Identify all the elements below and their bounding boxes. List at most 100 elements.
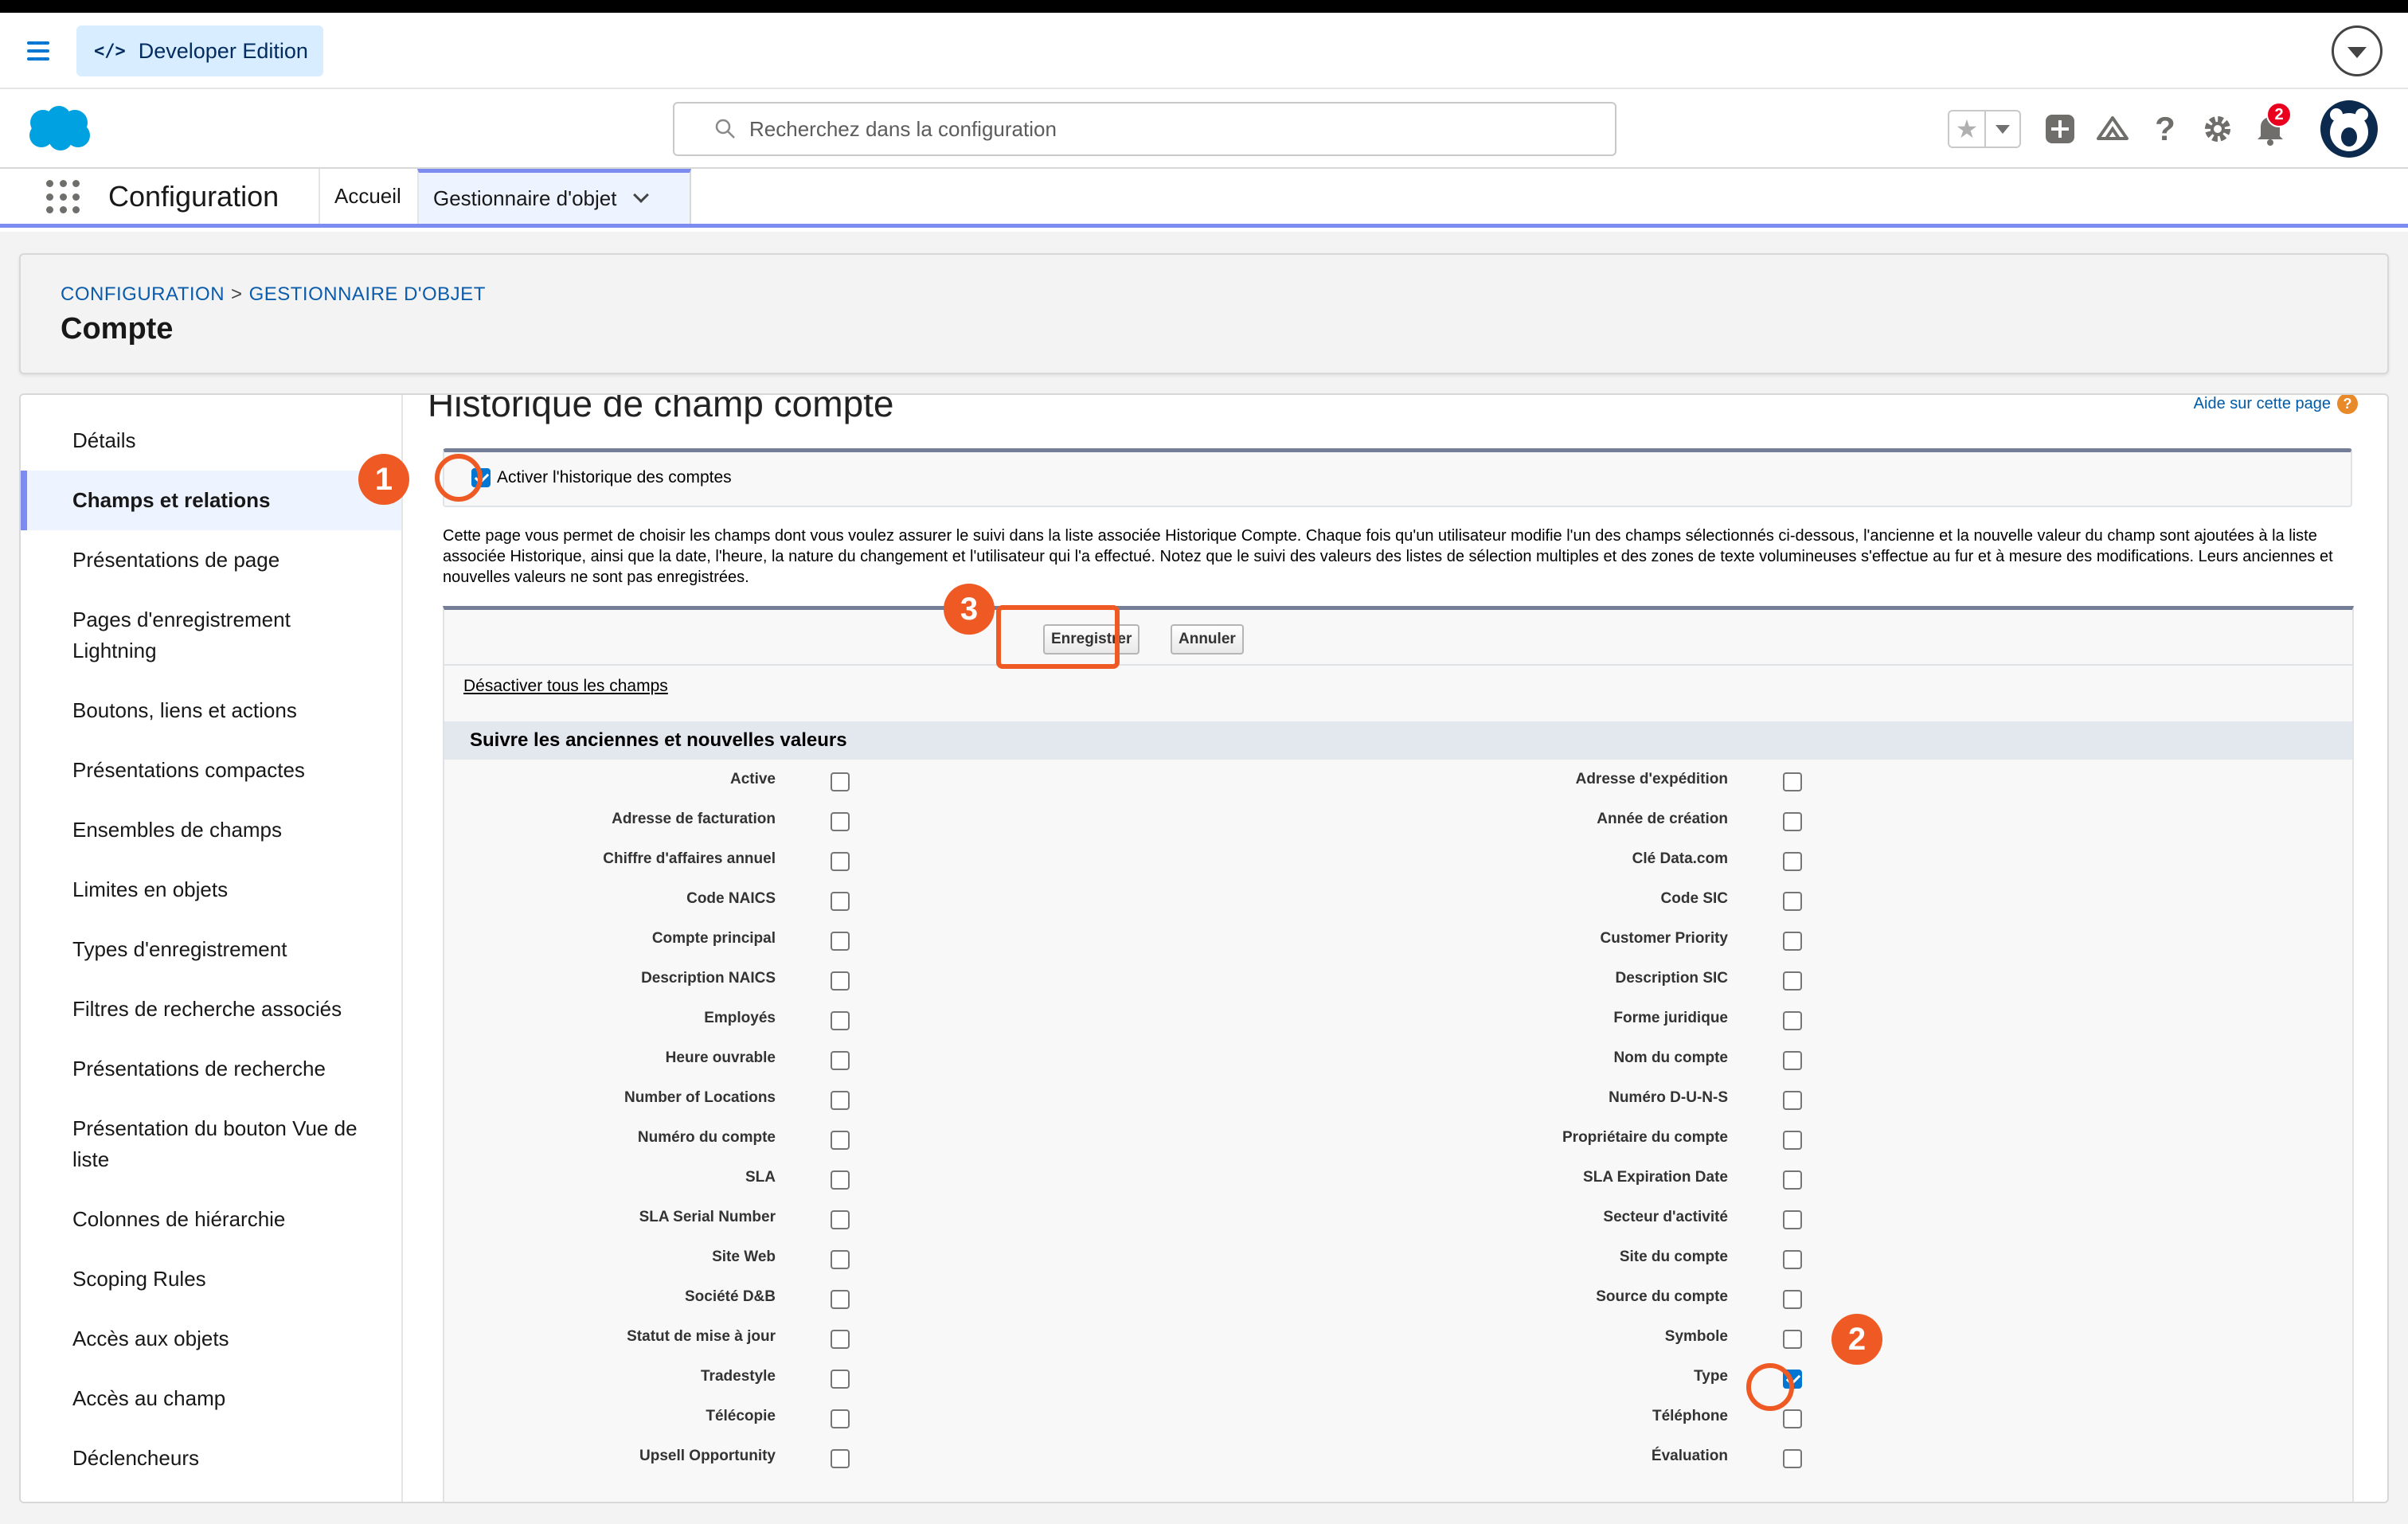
sidebar-item-limites-objets[interactable]: Limites en objets <box>21 860 401 920</box>
field-checkbox[interactable] <box>1783 1051 1802 1070</box>
field-checkbox[interactable] <box>1783 772 1802 791</box>
field-checkbox[interactable] <box>831 1290 850 1309</box>
developer-edition-label: Developer Edition <box>138 38 308 63</box>
tab-accueil[interactable]: Accueil <box>319 169 416 224</box>
field-checkbox[interactable] <box>831 1011 850 1030</box>
trailhead-icon[interactable] <box>2086 105 2139 153</box>
sidebar-item-scoping-rules[interactable]: Scoping Rules <box>21 1249 401 1309</box>
salesforce-logo[interactable] <box>25 105 92 151</box>
field-label: Propriétaire du compte <box>1562 1129 1728 1146</box>
developer-edition-badge[interactable]: </> Developer Edition <box>76 25 323 76</box>
field-row: Upsell Opportunity Évaluation <box>444 1446 2352 1486</box>
field-checkbox[interactable] <box>1783 1409 1802 1428</box>
window-top-strip <box>0 0 2408 13</box>
field-checkbox[interactable] <box>1783 1170 1802 1190</box>
sidebar-item-champs-relations[interactable]: Champs et relations <box>21 471 401 530</box>
help-link[interactable]: Aide sur cette page ? <box>2194 395 2358 414</box>
field-label: Type <box>1694 1368 1728 1385</box>
field-checkbox[interactable] <box>831 1051 850 1070</box>
field-checkbox[interactable] <box>1783 1250 1802 1269</box>
button-row: Enregistrer Annuler <box>444 610 2352 666</box>
field-tracking-form: Enregistrer Annuler Désactiver tous les … <box>443 606 2354 1502</box>
sidebar-item-acces-objets[interactable]: Accès aux objets <box>21 1309 401 1369</box>
field-checkbox[interactable] <box>831 852 850 871</box>
favorites-dropdown-icon[interactable] <box>1984 111 2019 147</box>
content-card: Détails Champs et relations Présentation… <box>19 393 2389 1503</box>
breadcrumb-gestionnaire-objet[interactable]: GESTIONNAIRE D'OBJET <box>249 283 486 305</box>
field-checkbox[interactable] <box>1783 1330 1802 1349</box>
field-checkbox[interactable] <box>831 1449 850 1468</box>
search-input[interactable] <box>749 116 1546 142</box>
enable-history-field[interactable]: Activer l'historique des comptes <box>471 468 732 487</box>
field-label: Symbole <box>1664 1328 1728 1345</box>
help-icon: ? <box>2337 395 2358 414</box>
star-icon[interactable]: ★ <box>1949 111 1984 147</box>
sidebar-item-label: Présentations compactes <box>72 758 305 782</box>
field-checkbox[interactable] <box>1783 812 1802 831</box>
field-checkbox[interactable] <box>1783 892 1802 911</box>
field-checkbox[interactable] <box>831 932 850 951</box>
field-checkbox[interactable] <box>831 1210 850 1229</box>
field-checkbox[interactable] <box>831 1091 850 1110</box>
cancel-button[interactable]: Annuler <box>1171 624 1244 655</box>
field-checkbox[interactable] <box>831 772 850 791</box>
sidebar-item-presentations-compactes[interactable]: Présentations compactes <box>21 741 401 800</box>
context-nav-bar: Configuration Accueil Gestionnaire d'obj… <box>0 169 2408 228</box>
field-label: Nom du compte <box>1613 1049 1728 1066</box>
field-checkbox[interactable] <box>831 1330 850 1349</box>
field-checkbox[interactable] <box>1783 971 1802 991</box>
sidebar-item-declencheurs[interactable]: Déclencheurs <box>21 1428 401 1488</box>
sidebar-item-bouton-vue-liste[interactable]: Présentation du bouton Vue de liste <box>21 1099 401 1190</box>
field-label: Secteur d'activité <box>1603 1209 1728 1225</box>
field-checkbox[interactable] <box>831 971 850 991</box>
tab-label: Accueil <box>334 184 401 208</box>
sidebar-item-details[interactable]: Détails <box>21 411 401 471</box>
field-row: Active Adresse d'expédition <box>444 769 2352 809</box>
field-row: Société D&B Source du compte <box>444 1287 2352 1327</box>
sidebar-item-pages-lightning[interactable]: Pages d'enregistrement Lightning <box>21 590 401 681</box>
field-label: Adresse d'expédition <box>1575 771 1728 787</box>
global-actions-icon[interactable] <box>2034 105 2086 153</box>
chevron-down-icon[interactable] <box>633 187 650 203</box>
setup-search[interactable] <box>673 102 1616 156</box>
bell-icon[interactable]: 2 <box>2244 102 2297 153</box>
field-label: Évaluation <box>1651 1448 1728 1464</box>
field-row: Employés Forme juridique <box>444 1008 2352 1048</box>
field-row: Numéro du compte Propriétaire du compte <box>444 1127 2352 1167</box>
field-checkbox[interactable] <box>1783 1011 1802 1030</box>
field-checkbox[interactable] <box>831 812 850 831</box>
field-checkbox[interactable] <box>1783 1210 1802 1229</box>
field-label: SLA Serial Number <box>639 1209 776 1225</box>
sidebar-item-presentations-page[interactable]: Présentations de page <box>21 530 401 590</box>
field-row: Télécopie Téléphone <box>444 1406 2352 1446</box>
field-checkbox[interactable] <box>831 1370 850 1389</box>
help-icon[interactable]: ? <box>2139 105 2191 153</box>
field-checkbox[interactable] <box>1783 1290 1802 1309</box>
field-checkbox[interactable] <box>1783 852 1802 871</box>
sidebar-item-label: Pages d'enregistrement Lightning <box>72 608 291 662</box>
deactivate-all-link[interactable]: Désactiver tous les champs <box>463 677 668 696</box>
field-checkbox[interactable] <box>831 1250 850 1269</box>
field-checkbox[interactable] <box>831 892 850 911</box>
chevron-down-icon[interactable] <box>2332 25 2383 76</box>
avatar[interactable] <box>2320 100 2378 158</box>
sidebar-item-boutons-liens[interactable]: Boutons, liens et actions <box>21 681 401 741</box>
field-checkbox[interactable] <box>831 1170 850 1190</box>
field-checkbox[interactable] <box>1783 1091 1802 1110</box>
field-checkbox[interactable] <box>831 1409 850 1428</box>
gear-icon[interactable] <box>2191 105 2244 153</box>
sidebar-item-colonnes-hierarchie[interactable]: Colonnes de hiérarchie <box>21 1190 401 1249</box>
sidebar-item-presentations-recherche[interactable]: Présentations de recherche <box>21 1039 401 1099</box>
breadcrumb-configuration[interactable]: CONFIGURATION <box>61 283 225 305</box>
field-checkbox[interactable] <box>831 1131 850 1150</box>
sidebar-item-types-enregistrement[interactable]: Types d'enregistrement <box>21 920 401 979</box>
sidebar-item-acces-champ[interactable]: Accès au champ <box>21 1369 401 1428</box>
menu-icon[interactable] <box>24 37 53 65</box>
field-checkbox[interactable] <box>1783 1449 1802 1468</box>
sidebar-item-filtres-recherche[interactable]: Filtres de recherche associés <box>21 979 401 1039</box>
app-launcher-icon[interactable] <box>46 180 81 215</box>
field-checkbox[interactable] <box>1783 1131 1802 1150</box>
sidebar-item-ensembles-champs[interactable]: Ensembles de champs <box>21 800 401 860</box>
tab-gestionnaire-objet[interactable]: Gestionnaire d'objet <box>417 169 691 224</box>
field-checkbox[interactable] <box>1783 932 1802 951</box>
